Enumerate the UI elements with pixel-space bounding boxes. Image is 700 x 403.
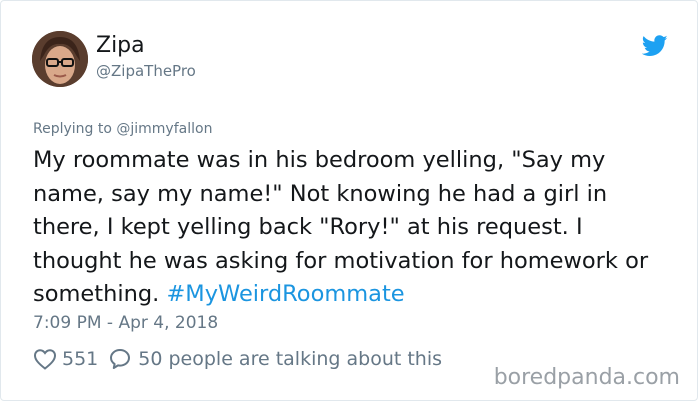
conversation-count[interactable]: 50 people are talking about this (138, 348, 442, 370)
speech-bubble-icon[interactable] (108, 347, 132, 371)
tweet-text: My roommate was in his bedroom yelling, … (33, 144, 673, 312)
replying-to[interactable]: Replying to @jimmyfallon (33, 121, 212, 137)
heart-icon[interactable] (33, 348, 57, 370)
tweet-card: Zipa @ZipaThePro Replying to @jimmyfallo… (0, 0, 698, 401)
tweet-actions: 551 50 people are talking about this (33, 347, 442, 371)
hashtag-link[interactable]: #MyWeirdRoommate (166, 281, 404, 307)
user-handle[interactable]: @ZipaThePro (96, 62, 196, 80)
like-count[interactable]: 551 (62, 348, 98, 370)
watermark: boredpanda.com (493, 365, 680, 390)
tweet-timestamp[interactable]: 7:09 PM - Apr 4, 2018 (33, 313, 218, 333)
display-name[interactable]: Zipa (96, 33, 145, 58)
avatar[interactable] (32, 31, 88, 87)
twitter-bird-icon[interactable] (641, 35, 668, 57)
